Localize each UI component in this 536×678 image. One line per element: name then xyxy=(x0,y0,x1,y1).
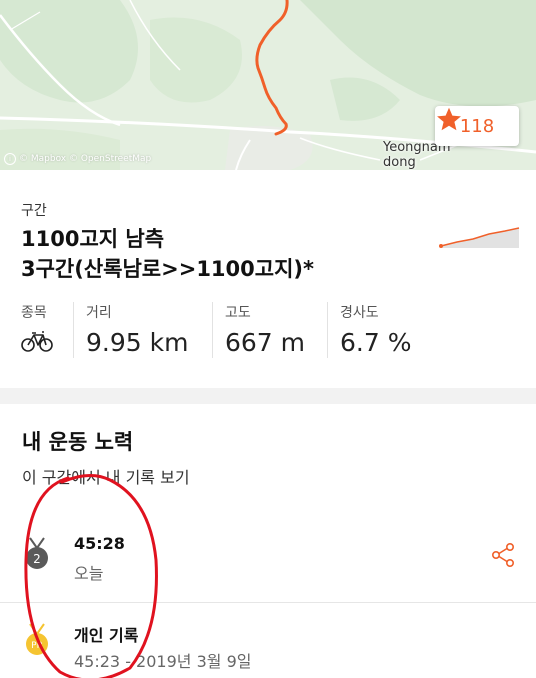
efforts-title: 내 운동 노력 xyxy=(22,430,134,454)
segment-card: 구간 1100고지 남측 3구간(산록남로>>1100고지)* 종목 거리 9.… xyxy=(0,170,536,388)
stat-grade: 경사도 6.7 % xyxy=(327,302,411,358)
segment-label: 구간 xyxy=(21,203,47,219)
effort-row-pr[interactable]: PR 개인 기록 45:23 - 2019년 3월 9일 xyxy=(0,602,536,678)
effort-date: 오늘 xyxy=(74,564,104,583)
svg-text:PR: PR xyxy=(31,641,43,651)
star-icon xyxy=(437,107,461,131)
info-icon[interactable]: i xyxy=(4,153,16,165)
svg-text:2: 2 xyxy=(33,552,41,566)
segment-stats: 종목 거리 9.95 km 고도 667 m 경사도 6.7 % xyxy=(21,302,521,362)
segment-title: 1100고지 남측 3구간(산록남로>>1100고지)* xyxy=(21,227,314,281)
pr-title: 개인 기록 xyxy=(74,626,139,645)
stat-type: 종목 xyxy=(21,302,53,358)
stat-distance: 거리 9.95 km xyxy=(73,302,188,358)
pr-medal-icon: PR xyxy=(26,623,48,655)
silver-medal-icon: 2 xyxy=(26,537,48,569)
efforts-card: 내 운동 노력 이 구간에서 내 기록 보기 2 45:28 오늘 PR 개인 … xyxy=(0,404,536,678)
stat-elevation: 고도 667 m xyxy=(212,302,305,358)
bicycle-icon xyxy=(21,331,53,352)
map-attribution[interactable]: i © Mapbox © OpenStreetMap xyxy=(4,153,151,165)
star-button[interactable]: 118 xyxy=(435,106,519,146)
route-line xyxy=(255,0,289,136)
elevation-profile xyxy=(439,227,520,248)
segment-map[interactable]: i © Mapbox © OpenStreetMap Yeongnam dong… xyxy=(0,0,536,170)
effort-row-today[interactable]: 2 45:28 오늘 xyxy=(0,516,536,603)
share-icon[interactable] xyxy=(490,542,516,568)
view-my-records-link[interactable]: 이 구간에서 내 기록 보기 xyxy=(22,464,190,488)
effort-time: 45:28 xyxy=(74,534,125,553)
pr-detail: 45:23 - 2019년 3월 9일 xyxy=(74,652,252,671)
star-count: 118 xyxy=(459,115,495,137)
section-divider xyxy=(0,388,536,404)
